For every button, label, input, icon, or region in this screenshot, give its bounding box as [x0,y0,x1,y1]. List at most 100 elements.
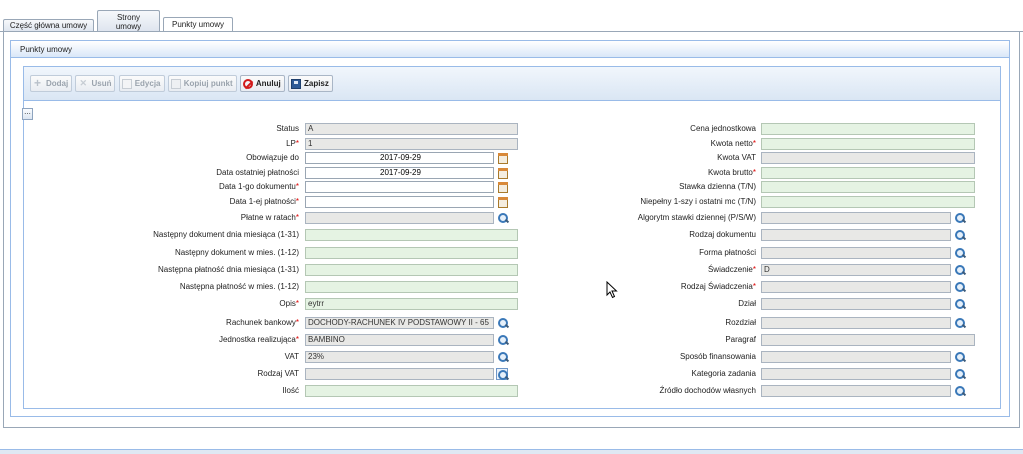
required-mark: * [295,139,299,148]
next-payment-day-field[interactable] [305,264,518,276]
vat-type-field[interactable] [305,368,494,380]
document-type-field[interactable] [761,229,951,241]
first-document-date-field[interactable] [305,181,494,193]
gross-amount-label: Kwota brutto* [708,167,756,179]
quantity-label: Ilość [282,386,299,395]
save-button[interactable]: Zapisz [287,75,333,92]
status-field[interactable]: A [305,123,518,135]
service-field[interactable]: D [761,264,951,276]
calendar-icon[interactable] [496,152,508,164]
service-type-field[interactable] [761,281,951,293]
installments-label-text: Płatne w ratach [240,213,296,222]
search-icon[interactable] [497,212,509,224]
lp-label: LP* [286,138,299,150]
gross-amount-label-text: Kwota brutto [707,168,753,177]
search-icon[interactable] [954,298,966,310]
search-icon[interactable] [954,212,966,224]
chapter-field[interactable] [761,317,951,329]
search-icon[interactable] [954,247,966,259]
copy-icon [170,78,181,89]
add-button[interactable]: Dodaj [30,75,73,92]
collapse-toggle-button[interactable]: ... [22,108,33,120]
description-label: Opis* [279,298,299,310]
required-mark: * [752,139,756,148]
lp-label-text: LP [286,139,296,148]
tab-contract-parties-line1: Strony [116,13,141,22]
partial-month-field[interactable] [761,196,975,208]
partial-month-label: Niepełny 1-szy i ostatni mc (T/N) [640,197,756,206]
paragraph-label: Paragraf [725,335,756,344]
required-mark: * [295,197,299,206]
search-icon[interactable] [954,281,966,293]
document-type-label: Rodzaj dokumentu [689,230,756,239]
vat-field[interactable]: 23% [305,351,494,363]
daily-rate-label: Stawka dzienna (T/N) [679,182,756,191]
cancel-button[interactable]: Anuluj [239,75,285,92]
search-icon[interactable] [954,264,966,276]
division-field[interactable] [761,298,951,310]
panel-title: Punkty umowy [20,45,73,54]
financing-method-field[interactable] [761,351,951,363]
bank-account-field[interactable]: DOCHODY-RACHUNEK IV PODSTAWOWY II - 65 [305,317,494,329]
copy-point-button[interactable]: Kopiuj punkt [167,75,237,92]
unit-price-label: Cena jednostkowa [690,124,756,133]
gross-amount-field[interactable] [761,167,975,179]
search-icon[interactable] [496,368,508,380]
service-type-label: Rodzaj Świadczenia* [681,281,756,293]
next-payment-month-field[interactable] [305,281,518,293]
next-payment-day-label: Następna płatność dnia miesiąca (1-31) [158,265,299,274]
tab-contract-points[interactable]: Punkty umowy [163,17,233,32]
description-label-text: Opis [279,299,296,308]
calendar-icon[interactable] [496,181,508,193]
search-icon[interactable] [954,229,966,241]
search-icon[interactable] [954,368,966,380]
calendar-icon[interactable] [496,167,508,179]
add-button-label: Dodaj [46,79,69,88]
first-payment-date-field[interactable] [305,196,494,208]
quantity-field[interactable] [305,385,518,397]
description-field[interactable]: eytrr [305,298,518,310]
service-label-text: Świadczenie [707,265,753,274]
next-doc-month-field[interactable] [305,247,518,259]
next-payment-month-label: Następna płatność w mies. (1-12) [179,282,299,291]
daily-rate-field[interactable] [761,181,975,193]
last-payment-date-label: Data ostatniej płatności [216,168,299,177]
valid-until-field[interactable]: 2017-09-29 [305,152,494,164]
own-income-source-field[interactable] [761,385,951,397]
last-payment-date-field[interactable]: 2017-09-29 [305,167,494,179]
next-doc-month-label: Następny dokument w mies. (1-12) [174,248,299,257]
net-amount-field[interactable] [761,138,975,150]
vat-label: VAT [284,352,299,361]
required-mark: * [295,299,299,308]
payment-form-label: Forma płatności [699,248,756,257]
executing-unit-label: Jednostka realizująca* [219,334,299,346]
edit-button[interactable]: Edycja [118,75,165,92]
search-icon[interactable] [954,317,966,329]
search-icon[interactable] [954,351,966,363]
search-icon[interactable] [954,385,966,397]
delete-button[interactable]: Usuń [75,75,116,92]
vat-amount-label: Kwota VAT [717,153,756,162]
vat-amount-field[interactable] [761,152,975,164]
required-mark: * [295,318,299,327]
search-icon[interactable] [497,317,509,329]
installments-field[interactable] [305,212,494,224]
lp-field[interactable]: 1 [305,138,518,150]
net-amount-label-text: Kwota netto [710,139,753,148]
valid-until-label: Obowiązuje do [246,153,299,162]
tab-contract-parties[interactable]: Strony umowy [97,10,160,32]
executing-unit-field[interactable]: BAMBINO [305,334,494,346]
bottom-bar [0,449,1023,454]
next-doc-day-field[interactable] [305,229,518,241]
unit-price-field[interactable] [761,123,975,135]
calendar-icon[interactable] [496,196,508,208]
save-button-label: Zapisz [303,79,329,88]
required-mark: * [752,282,756,291]
task-category-field[interactable] [761,368,951,380]
paragraph-field[interactable] [761,334,975,346]
payment-form-field[interactable] [761,247,951,259]
service-type-label-text: Rodzaj Świadczenia [680,282,753,291]
search-icon[interactable] [497,334,509,346]
daily-rate-algorithm-field[interactable] [761,212,951,224]
search-icon[interactable] [497,351,509,363]
